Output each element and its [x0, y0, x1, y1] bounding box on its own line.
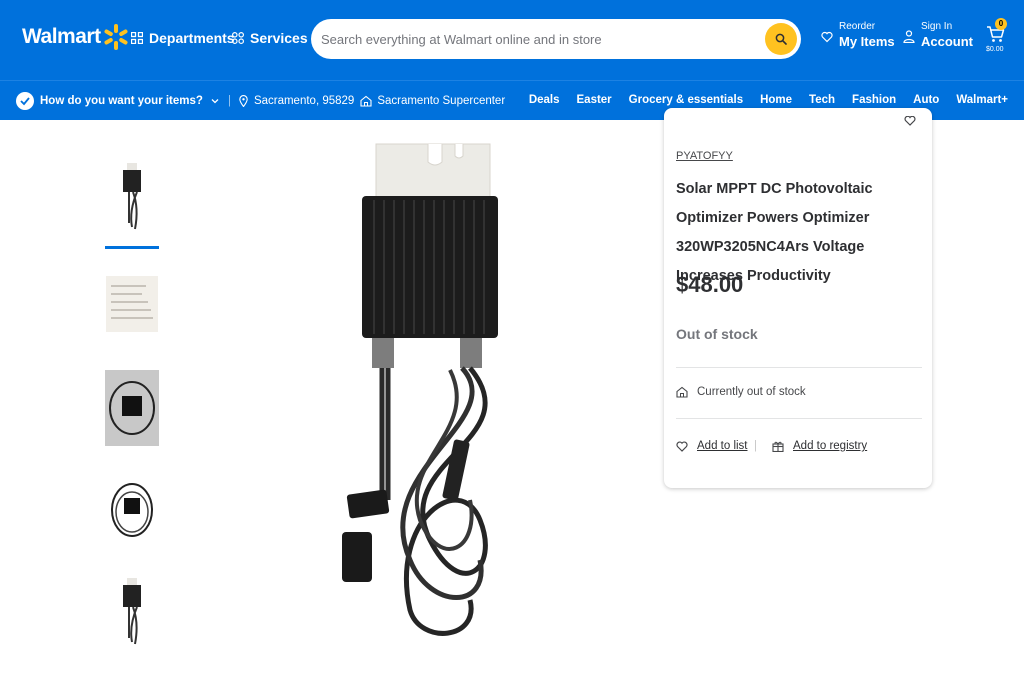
- product-thumbnail-1[interactable]: [105, 160, 159, 236]
- product-thumbnail-2[interactable]: [105, 266, 159, 342]
- store-text: Sacramento Supercenter: [377, 95, 506, 107]
- search-icon: [775, 33, 787, 45]
- sign-in-account[interactable]: Sign In Account: [903, 20, 973, 50]
- nav-link-fashion[interactable]: Fashion: [852, 94, 896, 106]
- search-input[interactable]: [321, 27, 771, 51]
- walmart-logo[interactable]: Walmart: [22, 24, 128, 50]
- main-product-image[interactable]: [330, 140, 510, 650]
- add-to-registry-label: Add to registry: [793, 440, 868, 452]
- selected-thumbnail-indicator: [105, 246, 159, 249]
- services-label: Services: [250, 30, 308, 46]
- divider: [676, 367, 922, 368]
- store-icon: [676, 386, 688, 398]
- reorder-label: Reorder: [839, 21, 876, 32]
- heart-icon: [676, 440, 688, 452]
- fulfillment-icon: [16, 92, 34, 110]
- nav-link-walmart-plus[interactable]: Walmart+: [956, 94, 1008, 106]
- action-separator: |: [754, 440, 757, 452]
- chevron-down-icon: [211, 99, 219, 104]
- fulfillment-selector[interactable]: How do you want your items? | Sacramento…: [16, 92, 505, 110]
- add-to-list-button[interactable]: Add to list: [676, 440, 748, 452]
- nav-link-home[interactable]: Home: [760, 94, 792, 106]
- nav-link-deals[interactable]: Deals: [529, 94, 560, 106]
- services-icon: [232, 32, 244, 44]
- nav-link-grocery[interactable]: Grocery & essentials: [629, 94, 743, 106]
- grid-icon: [131, 32, 143, 44]
- department-links: Deals Easter Grocery & essentials Home T…: [512, 94, 1008, 106]
- divider: [676, 418, 922, 419]
- store-status-text: Currently out of stock: [697, 386, 806, 398]
- add-to-list-label: Add to list: [697, 440, 748, 452]
- cart-button[interactable]: 0 $0.00: [985, 18, 1015, 60]
- nav-link-tech[interactable]: Tech: [809, 94, 835, 106]
- account-label: Account: [921, 34, 973, 49]
- location-text: Sacramento, 95829: [253, 95, 355, 107]
- store-availability: Currently out of stock: [676, 386, 806, 398]
- search-bar: [311, 19, 801, 59]
- product-info-card: [664, 108, 932, 488]
- person-icon: [903, 30, 915, 43]
- product-thumbnail-4[interactable]: [105, 472, 159, 548]
- search-button[interactable]: [765, 23, 797, 55]
- top-header: Walmart Departments Services Reorder My …: [0, 0, 1024, 80]
- cart-total: $0.00: [986, 46, 1004, 53]
- favorite-heart-icon[interactable]: [904, 116, 916, 126]
- product-thumbnail-3[interactable]: [105, 370, 159, 446]
- product-brand-link[interactable]: PYATOFYY: [676, 150, 733, 162]
- product-thumbnail-5[interactable]: [105, 575, 159, 651]
- logo-text: Walmart: [22, 25, 101, 48]
- sign-in-label: Sign In: [921, 21, 953, 32]
- departments-label: Departments: [149, 30, 235, 46]
- nav-link-auto[interactable]: Auto: [913, 94, 939, 106]
- cart-count-badge: 0: [995, 18, 1007, 30]
- departments-button[interactable]: Departments: [131, 30, 235, 46]
- add-to-registry-button[interactable]: Add to registry: [772, 440, 867, 452]
- nav-link-easter[interactable]: Easter: [577, 94, 612, 106]
- spark-icon: [103, 24, 128, 50]
- gift-icon: [772, 441, 784, 452]
- heart-icon: [821, 31, 833, 43]
- reorder-my-items[interactable]: Reorder My Items: [821, 20, 895, 50]
- location-pin-icon: [239, 95, 248, 107]
- fulfillment-prompt: How do you want your items?: [40, 95, 203, 107]
- my-items-label: My Items: [839, 34, 895, 49]
- availability-status: Out of stock: [676, 326, 758, 342]
- store-icon: [360, 95, 372, 107]
- product-price: $48.00: [676, 272, 744, 297]
- services-button[interactable]: Services: [232, 30, 308, 46]
